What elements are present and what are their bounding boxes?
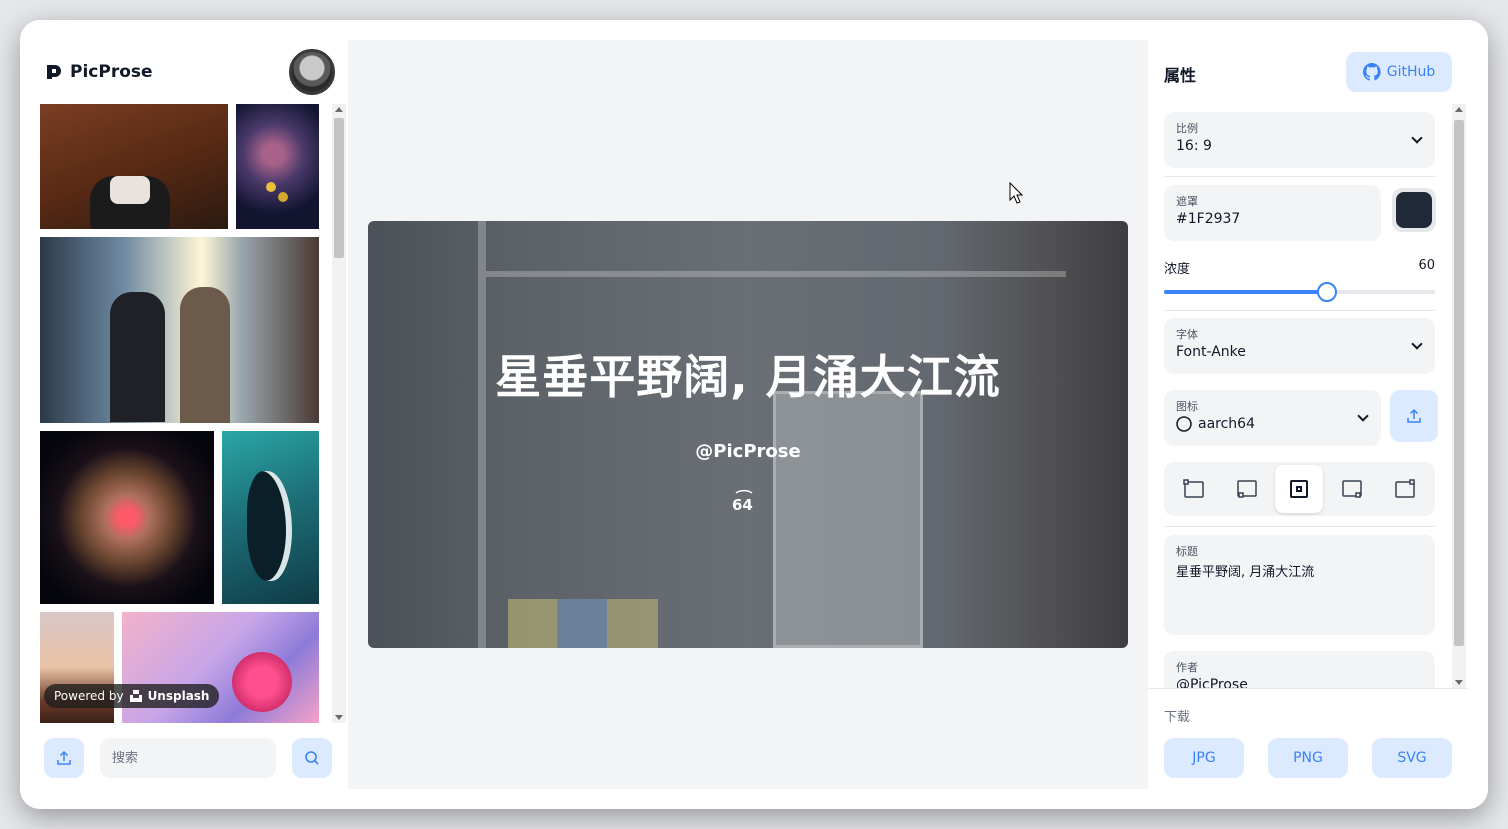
github-icon (1362, 63, 1381, 81)
preview-icon-text: 64 (732, 496, 753, 514)
layout-bottom-left-icon (1237, 480, 1257, 498)
layout-bottom-right-button[interactable] (1328, 465, 1376, 513)
scroll-up-icon[interactable] (1455, 107, 1463, 112)
author-field-label: 作者 (1176, 661, 1198, 674)
search-button[interactable] (292, 738, 332, 778)
aarch64-icon (1176, 416, 1192, 432)
unsplash-text: Unsplash (147, 689, 210, 703)
color-swatch-fill (1396, 192, 1432, 228)
preview-title: 星垂平野阔, 月涌大江流 (495, 350, 1001, 404)
upload-icon-button[interactable] (1390, 390, 1438, 442)
github-label: GitHub (1386, 64, 1436, 80)
font-label: 字体 (1176, 328, 1198, 341)
gallery-scrollbar[interactable] (332, 104, 346, 723)
powered-by-text: Powered by (54, 689, 124, 703)
divider (1164, 526, 1435, 527)
icon-value-row: aarch64 (1176, 416, 1369, 432)
scroll-thumb[interactable] (1454, 120, 1464, 646)
upload-icon (57, 750, 71, 765)
app-name: PicProse (70, 62, 153, 82)
download-jpg-button[interactable]: JPG (1164, 738, 1244, 778)
background-pipe (486, 271, 1066, 277)
ratio-label: 比例 (1176, 122, 1198, 135)
github-button[interactable]: GitHub (1346, 52, 1452, 92)
canvas-area: 星垂平野阔, 月涌大江流 @PicProse 64 (348, 40, 1148, 789)
icon-value: aarch64 (1198, 416, 1255, 432)
left-sidebar: PicProse Powered by Unsplash (20, 20, 348, 809)
author-field-value: @PicProse (1176, 677, 1248, 688)
background-door (773, 391, 923, 648)
divider (1164, 176, 1435, 177)
ratio-select[interactable]: 比例 16: 9 (1164, 112, 1435, 168)
layout-top-left-icon (1183, 479, 1205, 498)
opacity-slider[interactable] (1164, 282, 1435, 302)
unsplash-icon (129, 690, 142, 702)
layout-bottom-right-icon (1342, 480, 1362, 498)
app-window: PicProse Powered by Unsplash 搜索 星垂平野阔, 月… (20, 20, 1488, 809)
properties-form: 比例 16: 9 遮罩 #1F2937 浓度 60 字体 Font-Anke 图… (1164, 104, 1460, 688)
title-field-label: 标题 (1176, 545, 1198, 558)
opacity-slider-row: 浓度 60 (1164, 258, 1435, 302)
mask-label: 遮罩 (1176, 195, 1198, 208)
download-label: 下载 (1164, 710, 1191, 725)
ratio-value: 16: 9 (1176, 138, 1212, 154)
upload-image-button[interactable] (44, 738, 84, 778)
mask-value: #1F2937 (1176, 211, 1241, 227)
download-svg-button[interactable]: SVG (1372, 738, 1452, 778)
search-input[interactable] (100, 738, 276, 778)
icon-select[interactable]: 图标 aarch64 (1164, 390, 1381, 446)
layout-top-right-button[interactable] (1381, 465, 1429, 513)
scroll-down-icon[interactable] (335, 715, 343, 720)
layout-position-group (1164, 462, 1435, 516)
preview-author: @PicProse (695, 441, 801, 462)
layout-center-icon (1290, 480, 1309, 498)
layout-bottom-left-button[interactable] (1223, 465, 1271, 513)
properties-panel: 属性 GitHub 比例 16: 9 遮罩 #1F2937 浓度 60 字体 F… (1148, 20, 1488, 809)
font-select[interactable]: 字体 Font-Anke (1164, 318, 1435, 374)
divider (1148, 688, 1468, 689)
upload-icon (1407, 408, 1421, 423)
mask-color-field[interactable]: 遮罩 #1F2937 (1164, 185, 1381, 241)
title-field-value: 星垂平野阔, 月涌大江流 (1176, 565, 1315, 580)
powered-by-badge[interactable]: Powered by Unsplash (44, 684, 220, 708)
opacity-slider-fill (1164, 290, 1327, 294)
author-input[interactable]: 作者 @PicProse (1164, 651, 1435, 688)
download-png-button[interactable]: PNG (1268, 738, 1348, 778)
gallery-image[interactable] (236, 104, 319, 229)
search-icon (305, 751, 319, 765)
layout-top-right-icon (1394, 479, 1415, 498)
icon-label: 图标 (1176, 400, 1198, 413)
scroll-thumb[interactable] (334, 118, 344, 258)
divider (1164, 310, 1435, 311)
font-value: Font-Anke (1176, 344, 1246, 360)
image-gallery (40, 104, 320, 723)
background-crates (508, 599, 658, 648)
mask-color-swatch[interactable] (1392, 188, 1436, 232)
layout-center-button[interactable] (1275, 465, 1324, 513)
aarch64-icon: 64 (730, 483, 766, 515)
gallery-image[interactable] (40, 431, 214, 604)
logo-icon (47, 65, 61, 79)
avatar[interactable] (289, 49, 335, 95)
gallery-image[interactable] (40, 237, 319, 423)
gallery-image[interactable] (222, 431, 319, 604)
properties-heading: 属性 (1164, 66, 1197, 85)
mouse-cursor-icon (1009, 182, 1023, 204)
gallery-image[interactable] (40, 104, 228, 229)
background-pipe (478, 221, 486, 648)
opacity-value: 60 (1418, 258, 1435, 273)
cover-preview: 星垂平野阔, 月涌大江流 @PicProse 64 (368, 221, 1128, 648)
properties-scrollbar[interactable] (1452, 104, 1466, 688)
scroll-down-icon[interactable] (1455, 680, 1463, 685)
layout-top-left-button[interactable] (1170, 465, 1218, 513)
opacity-label: 浓度 (1164, 262, 1191, 277)
scroll-up-icon[interactable] (335, 107, 343, 112)
title-textarea[interactable]: 标题 星垂平野阔, 月涌大江流 (1164, 535, 1435, 635)
brand[interactable]: PicProse (44, 62, 153, 82)
opacity-slider-thumb[interactable] (1316, 282, 1337, 302)
